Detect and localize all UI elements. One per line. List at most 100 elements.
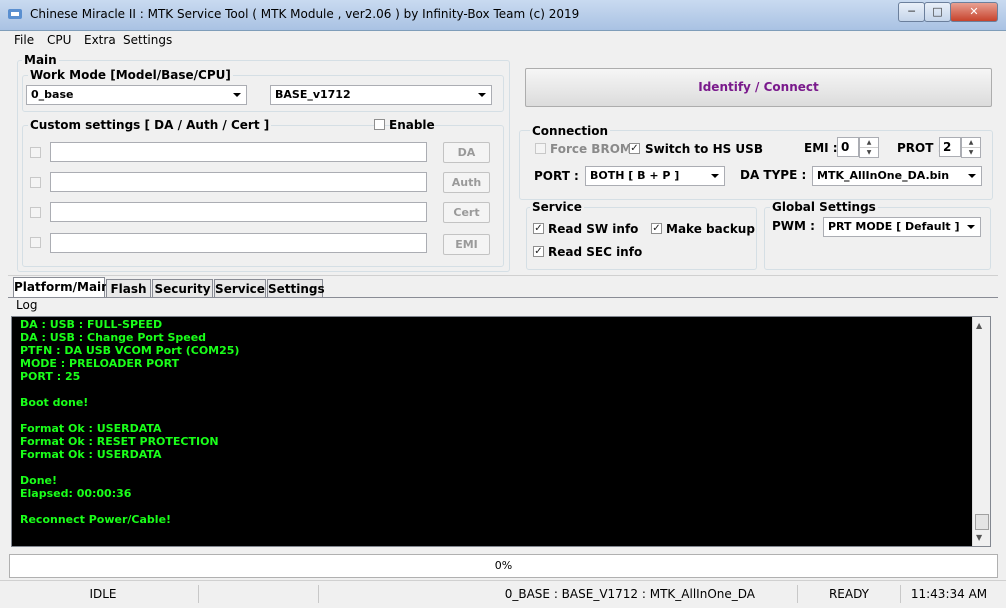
port-label: PORT : — [534, 169, 579, 183]
log-panel[interactable]: DA : USB : FULL-SPEED DA : USB : Change P… — [11, 316, 991, 547]
connection-label: Connection — [530, 124, 611, 138]
work-mode-value: 0_base — [31, 88, 74, 101]
menu-file[interactable]: File — [14, 33, 34, 47]
menu-extra[interactable]: Extra — [84, 33, 116, 47]
auth-path-input[interactable] — [50, 172, 427, 192]
emi-button[interactable]: EMI — [443, 234, 490, 255]
cert-checkbox[interactable] — [30, 207, 41, 218]
main-group-label: Main — [22, 53, 59, 67]
read-sw-info-label: Read SW info — [548, 222, 639, 236]
title-bar: Chinese Miracle II : MTK Service Tool ( … — [0, 0, 1006, 31]
log-line: Elapsed: 00:00:36 — [20, 487, 132, 500]
prot-label: PROT : — [897, 141, 943, 155]
scroll-thumb[interactable] — [975, 514, 989, 530]
global-settings-label: Global Settings — [770, 200, 878, 214]
scroll-up-icon[interactable]: ▲ — [976, 321, 982, 330]
read-sec-info-checkbox[interactable]: ✓ — [533, 246, 544, 257]
log-line: PTFN : DA USB VCOM Port (COM25) — [20, 344, 240, 357]
custom-settings-label: Custom settings [ DA / Auth / Cert ] — [28, 118, 272, 132]
minimize-button[interactable]: ─ — [898, 2, 925, 22]
menu-bar: File CPU Extra Settings — [0, 31, 1006, 50]
log-lines: DA : USB : FULL-SPEED DA : USB : Change P… — [20, 318, 239, 526]
status-empty — [198, 585, 319, 603]
progress-bar: 0% — [9, 554, 998, 578]
log-line: Format Ok : USERDATA — [20, 422, 162, 435]
read-sw-info-checkbox[interactable]: ✓ — [533, 223, 544, 234]
tab-flash[interactable]: Flash — [106, 279, 151, 297]
switch-hs-usb-checkbox[interactable]: ✓ — [629, 143, 640, 154]
scroll-down-icon[interactable]: ▼ — [976, 533, 982, 542]
pwm-select[interactable]: PRT MODE [ Default ] — [823, 217, 981, 237]
status-bar: IDLE 0_BASE : BASE_V1712 : MTK_AllInOne_… — [0, 580, 1006, 608]
menu-settings[interactable]: Settings — [123, 33, 172, 47]
log-line: MODE : PRELOADER PORT — [20, 357, 180, 370]
log-line: Reconnect Power/Cable! — [20, 513, 172, 526]
emi-value-input[interactable]: 0 — [837, 137, 859, 157]
make-backup-label: Make backup — [666, 222, 755, 236]
app-icon — [8, 8, 22, 20]
work-mode-select[interactable]: 0_base — [26, 85, 247, 105]
log-line: DA : USB : FULL-SPEED — [20, 318, 163, 331]
tab-service[interactable]: Service — [214, 279, 266, 297]
chevron-down-icon — [967, 225, 975, 229]
base-value: BASE_v1712 — [275, 88, 351, 101]
auth-checkbox[interactable] — [30, 177, 41, 188]
spin-up-icon[interactable]: ▲ — [962, 138, 980, 148]
read-sec-info-label: Read SEC info — [548, 245, 643, 259]
force-brom-checkbox[interactable] — [535, 143, 546, 154]
enable-checkbox[interactable] — [374, 119, 385, 130]
log-line: Done! — [20, 474, 57, 487]
status-ready: READY — [798, 585, 901, 603]
da-checkbox[interactable] — [30, 147, 41, 158]
chevron-down-icon — [711, 174, 719, 178]
close-button[interactable]: ✕ — [950, 2, 998, 22]
log-line: DA : USB : Change Port Speed — [20, 331, 207, 344]
log-scrollbar[interactable]: ▲ ▼ — [972, 317, 990, 546]
prot-spinner[interactable]: ▲ ▼ — [961, 137, 981, 158]
spin-down-icon[interactable]: ▼ — [860, 148, 878, 157]
cert-button[interactable]: Cert — [443, 202, 490, 223]
emi-spinner[interactable]: ▲ ▼ — [859, 137, 879, 158]
auth-button[interactable]: Auth — [443, 172, 490, 193]
identify-connect-button[interactable]: Identify / Connect — [525, 68, 992, 107]
port-value: BOTH [ B + P ] — [590, 169, 680, 182]
da-type-label: DA TYPE : — [740, 168, 807, 182]
tab-settings[interactable]: Settings — [267, 279, 325, 297]
emi-label: EMI : — [804, 141, 838, 155]
spin-up-icon[interactable]: ▲ — [860, 138, 878, 148]
da-type-select[interactable]: MTK_AllInOne_DA.bin — [812, 166, 982, 186]
tab-platform-main[interactable]: Platform/Main — [13, 277, 110, 298]
pwm-value: PRT MODE [ Default ] — [828, 220, 960, 233]
spin-down-icon[interactable]: ▼ — [962, 148, 980, 157]
switch-hs-usb-label: Switch to HS USB — [645, 142, 763, 156]
service-label: Service — [530, 200, 584, 214]
da-type-value: MTK_AllInOne_DA.bin — [817, 169, 950, 182]
force-brom-label: Force BROM — [550, 142, 632, 156]
log-line: Boot done! — [20, 396, 89, 409]
base-select[interactable]: BASE_v1712 — [270, 85, 492, 105]
emi-path-input[interactable] — [50, 233, 427, 253]
prot-value-input[interactable]: 2 — [939, 137, 961, 157]
da-path-input[interactable] — [50, 142, 427, 162]
menu-cpu[interactable]: CPU — [47, 33, 71, 47]
progress-text: 0% — [494, 559, 513, 572]
maximize-button[interactable]: □ — [924, 2, 951, 22]
cert-path-input[interactable] — [50, 202, 427, 222]
service-group — [526, 207, 757, 270]
da-button[interactable]: DA — [443, 142, 490, 163]
make-backup-checkbox[interactable]: ✓ — [651, 223, 662, 234]
chevron-down-icon — [478, 93, 486, 97]
chevron-down-icon — [233, 93, 241, 97]
port-select[interactable]: BOTH [ B + P ] — [585, 166, 725, 186]
tab-security[interactable]: Security — [152, 279, 213, 297]
emi-checkbox[interactable] — [30, 237, 41, 248]
enable-label: Enable — [389, 118, 435, 132]
status-time: 11:43:34 AM — [910, 587, 988, 601]
work-mode-label: Work Mode [Model/Base/CPU] — [28, 68, 233, 82]
divider — [8, 275, 998, 276]
log-line: PORT : 25 — [20, 370, 81, 383]
